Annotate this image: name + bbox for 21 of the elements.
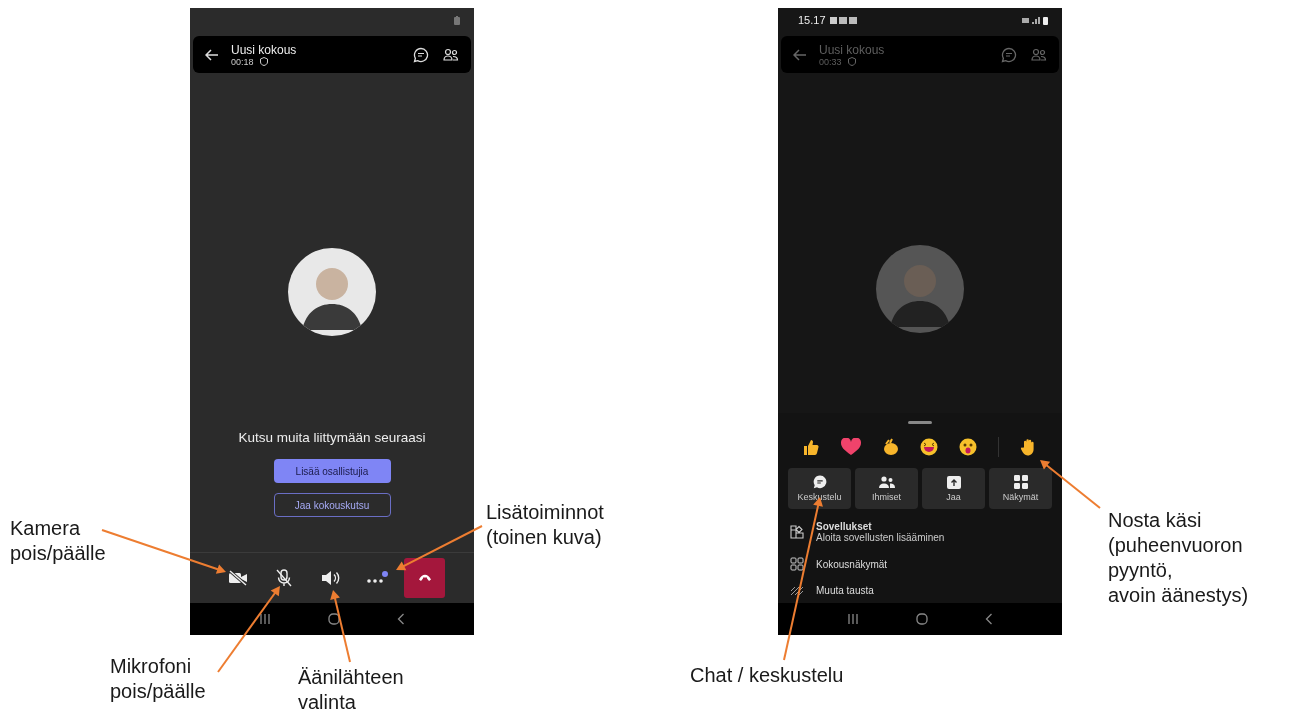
annotation-text: Kamera pois/päälle: [10, 516, 106, 566]
people-tile[interactable]: Ihmiset: [855, 468, 918, 509]
call-duration: 00:18: [231, 56, 254, 67]
views-tile[interactable]: Näkymät: [989, 468, 1052, 509]
annotation-text: Nosta käsi (puheenvuoron pyyntö, avoin äänestys): [1108, 508, 1249, 608]
menu-item[interactable]: Kokousnäkymät: [790, 557, 1050, 571]
annotation-text: Chat / keskustelu: [690, 663, 844, 688]
chat-tile[interactable]: Keskustelu: [788, 468, 851, 509]
invite-heading: Kutsu muita liittymään seuraasi: [238, 430, 426, 445]
menu-item[interactable]: Muuta tausta: [790, 585, 1050, 596]
meeting-title: Uusi kokous: [231, 42, 297, 57]
add-participants-button[interactable]: Lisää osallistujia: [273, 459, 391, 483]
annotation-text: Lisätoiminnot (toinen kuva): [486, 500, 604, 550]
annotation-text: Äänilähteen valinta: [298, 665, 404, 715]
status-time: 15.17: [798, 14, 826, 26]
annotation-text: Mikrofoni pois/päälle: [110, 654, 206, 704]
menu-item[interactable]: Sovellukset Aloita sovellusten lisääminen: [790, 521, 1050, 543]
share-tile[interactable]: Jaa: [922, 468, 985, 509]
meeting-title: Uusi kokous: [819, 42, 885, 57]
share-invite-button[interactable]: Jaa kokouskutsu: [273, 493, 391, 517]
call-duration: 00:33: [819, 56, 842, 67]
